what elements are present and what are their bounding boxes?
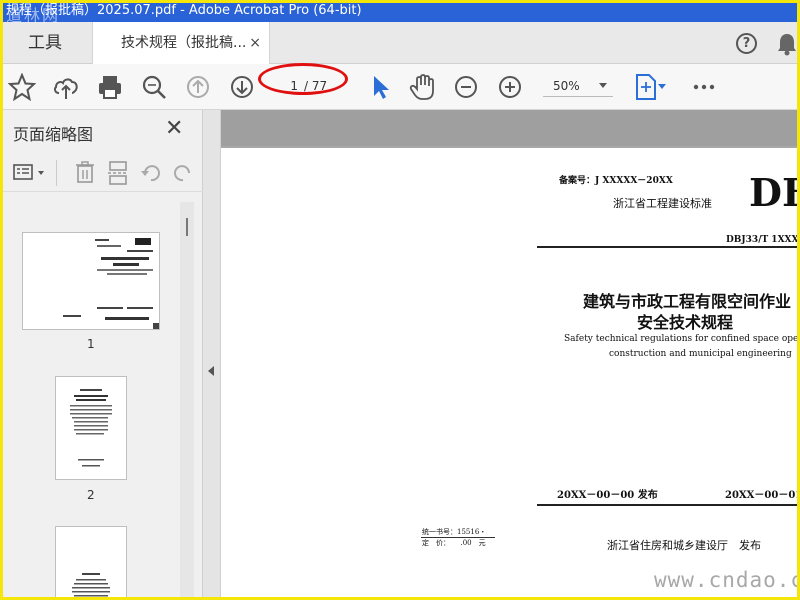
sidebar-scrollbar-thumb[interactable] <box>186 218 188 236</box>
thumbnail-page-2[interactable] <box>55 376 127 480</box>
document-title-line-2: 安全技术规程 <box>637 313 734 332</box>
watermark-logo: 道林网 <box>6 6 61 25</box>
thumbnail-1-preview <box>63 238 159 329</box>
footer-rule <box>537 504 800 506</box>
thumbnail-options-icon[interactable] <box>12 162 48 184</box>
isbn-line: 统一书号：15516・ <box>422 528 487 536</box>
english-title-line-1: Safety technical regulations for confine… <box>564 334 800 344</box>
sidebar-collapse-strip[interactable] <box>203 110 221 600</box>
zoom-out-icon[interactable] <box>452 73 480 101</box>
fit-page-icon[interactable] <box>632 73 660 101</box>
tab-document-label: 技术规程（报批稿... <box>121 35 247 51</box>
help-icon[interactable]: ? <box>736 33 757 54</box>
document-view[interactable]: 备案号：J XXXXX－20XX 浙江省工程建设标准 DB DBJ33/T 1X… <box>221 110 800 600</box>
select-pointer-icon[interactable] <box>366 73 394 101</box>
standard-number: DBJ33/T 1XXX－ <box>726 235 800 245</box>
previous-page-edge <box>221 110 800 146</box>
issue-date: 20XX－00－00 发布 <box>557 490 658 501</box>
tab-close-icon[interactable]: × <box>249 22 261 64</box>
standard-code-logo: DB <box>749 170 800 215</box>
tab-bar: 工具 技术规程（报批稿... × <box>0 22 800 65</box>
english-title-line-2: construction and municipal engineering <box>609 349 792 359</box>
thumbnail-list: 1 2 <box>0 200 180 600</box>
tab-document[interactable]: 技术规程（报批稿... × <box>92 22 270 65</box>
zoom-search-icon[interactable] <box>140 73 168 101</box>
previous-page-icon[interactable] <box>184 73 212 101</box>
issuing-authority: 浙江省住房和城乡建设厅 发布 <box>607 539 761 552</box>
tab-tools[interactable]: 工具 <box>0 22 92 64</box>
bookmark-star-icon[interactable] <box>8 73 36 101</box>
delete-page-icon[interactable] <box>74 160 96 184</box>
thumbnail-label-2: 2 <box>87 488 95 502</box>
thumbnail-3-preview <box>72 573 110 597</box>
thumbnail-2-preview <box>70 389 112 467</box>
standard-category: 浙江省工程建设标准 <box>613 197 712 210</box>
next-page-icon[interactable] <box>228 73 256 101</box>
header-rule <box>537 246 800 248</box>
thumbnail-page-3[interactable] <box>55 526 127 600</box>
site-watermark: www.cndao.com <box>654 568 800 592</box>
extract-pages-icon[interactable] <box>106 160 130 186</box>
implementation-date: 20XX－00－01 <box>725 490 800 501</box>
highlight-ellipse-annotation <box>258 63 348 95</box>
window-title-bar: 规程（报批稿）2025.07.pdf - Adobe Acrobat Pro (… <box>0 0 800 22</box>
chevron-down-icon <box>599 83 607 88</box>
hand-tool-icon[interactable] <box>408 73 436 101</box>
print-icon[interactable] <box>96 73 124 101</box>
record-number: 备案号：J XXXXX－20XX <box>559 176 673 186</box>
pdf-page: 备案号：J XXXXX－20XX 浙江省工程建设标准 DB DBJ33/T 1X… <box>221 148 800 600</box>
bell-icon[interactable] <box>776 32 798 56</box>
price-line: 定 价： .00 元 <box>422 539 486 547</box>
collapse-arrow-icon[interactable] <box>208 366 214 376</box>
zoom-level-value: 50% <box>553 79 580 93</box>
sidebar-title: 页面缩略图 <box>13 125 94 144</box>
sidebar-toolbar <box>0 154 203 192</box>
rotate-left-icon[interactable] <box>140 162 162 184</box>
cloud-upload-icon[interactable] <box>52 73 80 101</box>
toolbar-divider <box>56 160 57 186</box>
fit-page-dropdown-icon[interactable] <box>658 84 666 90</box>
sidebar-scrollbar[interactable] <box>180 202 194 600</box>
thumbnail-label-1: 1 <box>87 337 95 351</box>
zoom-level-dropdown[interactable]: 50% <box>543 75 613 97</box>
more-options-icon[interactable] <box>690 73 718 101</box>
thumbnail-sidebar: 页面缩略图 ✕ 1 2 <box>0 110 203 600</box>
sidebar-close-icon[interactable]: ✕ <box>165 116 183 141</box>
thumbnail-page-1[interactable] <box>22 232 160 330</box>
rotate-right-icon[interactable] <box>172 162 192 184</box>
zoom-in-icon[interactable] <box>496 73 524 101</box>
